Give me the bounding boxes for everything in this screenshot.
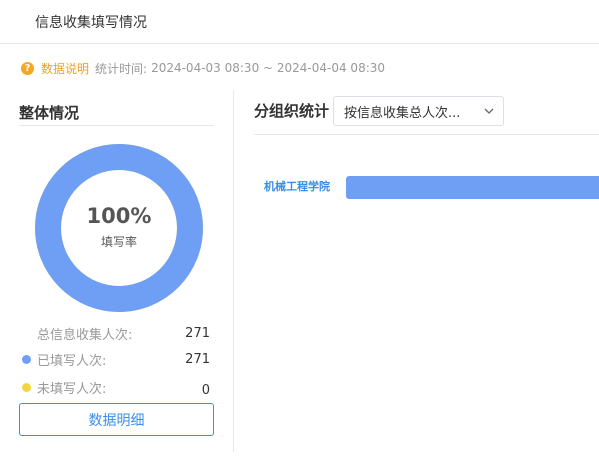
group-sort-select[interactable]: 按信息收集总人次... xyxy=(333,96,504,126)
page-header: 信息收集填写情况 xyxy=(0,0,599,44)
stat-row-unfilled: 未填写人次: 0 xyxy=(19,374,214,400)
bar-mechanical-engineering xyxy=(346,176,599,199)
stat-total-name: 总信息收集人次: xyxy=(19,324,170,343)
question-circle-icon[interactable]: ? xyxy=(21,61,34,75)
donut-center: 100% 填写率 xyxy=(35,144,203,312)
stat-row-total: 总信息收集人次: 271 xyxy=(19,320,214,346)
bar-track xyxy=(346,176,599,199)
stat-filled-name: 已填写人次: xyxy=(19,350,170,369)
data-description-link[interactable]: 数据说明 xyxy=(41,60,89,77)
fill-rate-label: 填写率 xyxy=(100,234,137,249)
stat-filled-value: 271 xyxy=(185,351,210,367)
stat-total-label: 总信息收集人次: xyxy=(37,327,133,343)
fill-rate-percent: 100% xyxy=(86,203,152,228)
stat-unfilled-label: 未填写人次: xyxy=(37,381,107,397)
stat-row-filled: 已填写人次: 271 xyxy=(19,346,214,372)
page-title: 信息收集填写情况 xyxy=(35,15,147,31)
group-sort-select-value: 按信息收集总人次... xyxy=(344,105,461,121)
group-stats-title: 分组织统计 xyxy=(254,102,330,120)
filled-legend-dot xyxy=(22,354,31,364)
stat-total-value: 271 xyxy=(185,325,210,341)
stat-filled-label: 已填写人次: xyxy=(37,353,107,369)
fill-rate-donut: 100% 填写率 xyxy=(35,144,203,312)
stat-time-label: 统计时间: xyxy=(95,61,148,76)
data-detail-button[interactable]: 数据明细 xyxy=(19,403,214,436)
chevron-down-icon[interactable] xyxy=(475,108,503,114)
bar-category-label: 机械工程学院 xyxy=(264,180,330,193)
panel-divider xyxy=(233,90,234,452)
group-header-divider xyxy=(254,134,599,135)
overall-panel: 整体情况 100% 填写率 总信息收集人次: 271 已填写人次: 271 未填… xyxy=(19,94,214,436)
stat-time-range: 2024-04-03 08:30 ~ 2024-04-04 08:30 xyxy=(151,61,386,75)
overall-title: 整体情况 xyxy=(19,94,214,126)
info-line: ? 数据说明 统计时间: 2024-04-03 08:30 ~ 2024-04-… xyxy=(21,59,385,77)
stat-unfilled-name: 未填写人次: xyxy=(19,378,170,397)
stat-unfilled-value: 0 xyxy=(201,382,210,398)
page: 信息收集填写情况 ? 数据说明 统计时间: 2024-04-03 08:30 ~… xyxy=(0,0,599,465)
unfilled-legend-dot xyxy=(22,382,31,392)
stats-list: 总信息收集人次: 271 已填写人次: 271 未填写人次: 0 xyxy=(19,320,214,400)
